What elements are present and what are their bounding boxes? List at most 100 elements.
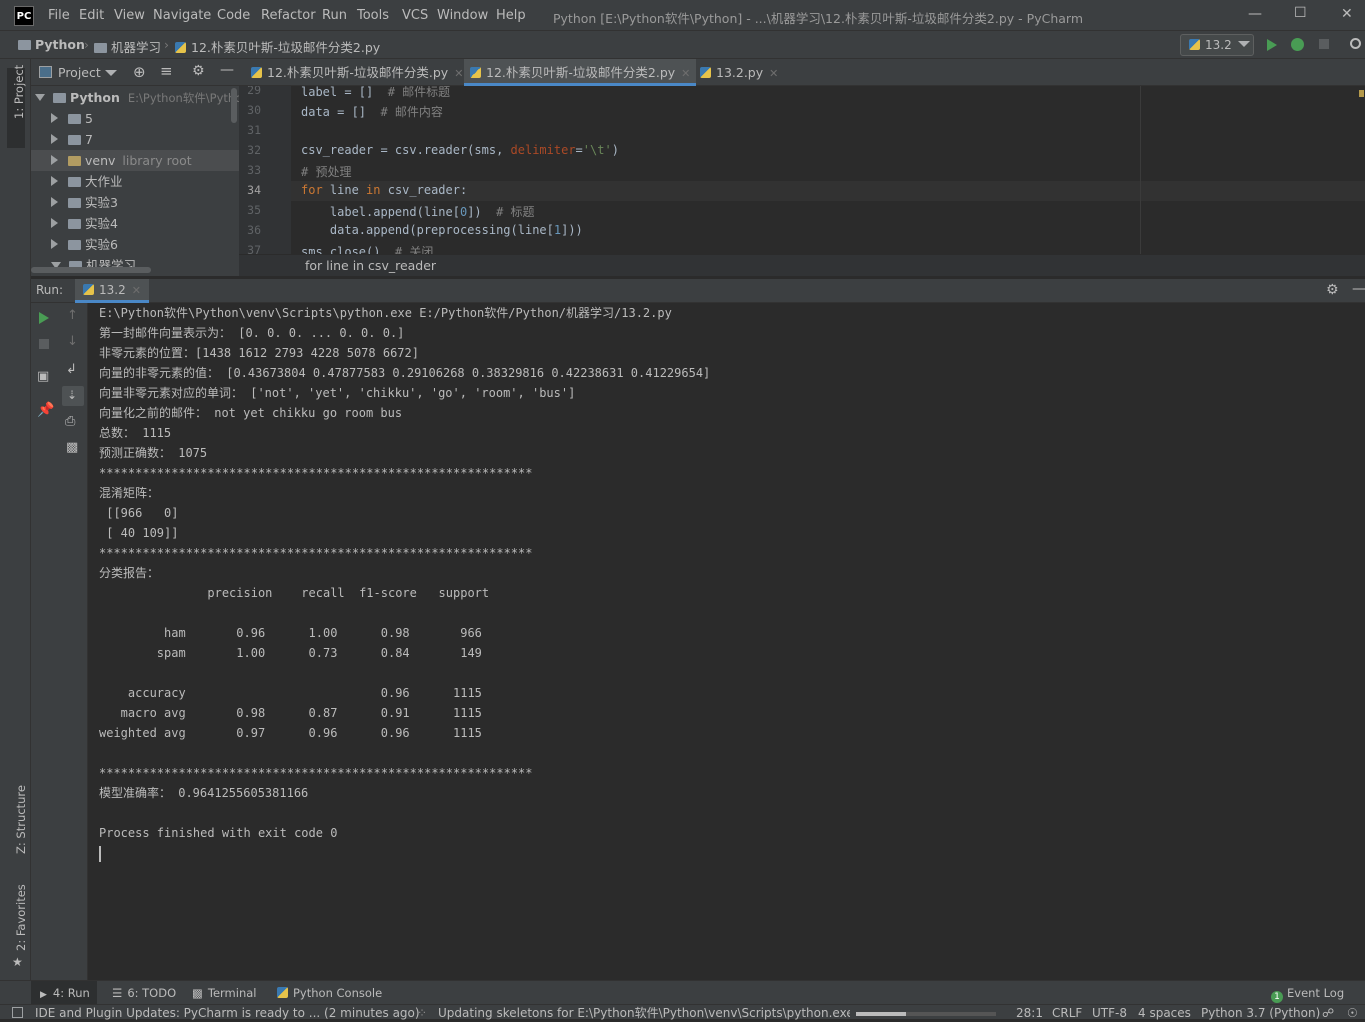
- lock-icon[interactable]: ☍: [1322, 1005, 1334, 1022]
- print-icon[interactable]: ⎙: [65, 414, 75, 429]
- tab-file-1[interactable]: 12.朴素贝叶斯-垃圾邮件分类.py ✕: [245, 59, 469, 86]
- collapse-all-icon[interactable]: ≡: [160, 62, 173, 80]
- caret-position[interactable]: 28:1: [1016, 1005, 1043, 1022]
- warning-marker[interactable]: [1359, 90, 1364, 97]
- title-bar: PC File Edit View Navigate Code Refactor…: [0, 0, 1365, 31]
- code-line: data.append(preprocessing(line[1])): [301, 223, 583, 237]
- rerun-button[interactable]: [39, 312, 49, 324]
- tree-root[interactable]: Python E:\Python软件\Python: [35, 87, 239, 108]
- menu-edit[interactable]: Edit: [79, 8, 104, 23]
- close-tab-icon[interactable]: ✕: [769, 67, 778, 80]
- line-number: 32: [247, 143, 261, 157]
- tree-item[interactable]: 实验4: [51, 213, 118, 234]
- menu-vcs[interactable]: VCS: [402, 8, 428, 23]
- run-tool-tab[interactable]: ▶ 4: Run: [40, 986, 90, 1000]
- hide-icon[interactable]: —: [1352, 281, 1365, 297]
- python-console-tab[interactable]: Python Console: [277, 986, 382, 1000]
- folder-icon: [53, 93, 66, 103]
- inspector-icon[interactable]: ☉: [1347, 1005, 1358, 1022]
- console-output[interactable]: E:\Python软件\Python\venv\Scripts\python.e…: [89, 303, 1365, 980]
- menu-tools[interactable]: Tools: [357, 8, 389, 23]
- menu-refactor[interactable]: Refactor: [261, 8, 316, 23]
- project-view-select[interactable]: Project: [58, 65, 101, 80]
- tree-item-selected[interactable]: venv library root: [31, 150, 239, 171]
- favorites-tool-tab[interactable]: 2: Favorites: [14, 884, 28, 951]
- todo-tool-tab[interactable]: ☰ 6: TODO: [112, 986, 176, 1000]
- menu-run[interactable]: Run: [322, 8, 347, 23]
- interpreter-select[interactable]: Python 3.7 (Python): [1201, 1005, 1320, 1022]
- project-panel-header: Project ⊕ ≡ ⚙ —: [31, 59, 239, 86]
- minimize-icon[interactable]: —: [1248, 6, 1262, 22]
- console-line: 预测正确数： 1075: [99, 446, 208, 460]
- arrow-down-icon[interactable]: ↓: [67, 334, 78, 349]
- trash-icon[interactable]: ▩: [66, 440, 78, 455]
- maximize-icon[interactable]: ☐: [1294, 5, 1307, 21]
- code-editor[interactable]: 29 30 31 32 33 34 35 36 37 label = [] # …: [239, 86, 1365, 254]
- panel-toggle-icon[interactable]: [12, 1007, 23, 1018]
- file-encoding[interactable]: UTF-8: [1092, 1005, 1127, 1022]
- close-tab-icon[interactable]: ✕: [454, 67, 463, 80]
- terminal-tool-tab[interactable]: ▩ Terminal: [192, 986, 256, 1000]
- stop-button[interactable]: [39, 339, 49, 349]
- console-line: [[966 0]: [99, 506, 179, 520]
- menu-window[interactable]: Window: [437, 8, 488, 23]
- menu-file[interactable]: File: [48, 8, 70, 23]
- console-line: 第一封邮件向量表示为： [0. 0. 0. ... 0. 0. 0.]: [99, 326, 405, 340]
- menu-view[interactable]: View: [114, 8, 145, 23]
- scroll-to-end-toggle[interactable]: ⇣: [62, 386, 84, 406]
- console-line: E:\Python软件\Python\venv\Scripts\python.e…: [99, 306, 672, 320]
- tab-file-2-active[interactable]: 12.朴素贝叶斯-垃圾邮件分类2.py ✕: [464, 59, 697, 86]
- breadcrumb-project[interactable]: Python: [18, 37, 85, 52]
- console-line: weighted avg 0.97 0.96 0.96 1115: [99, 726, 482, 740]
- tree-item[interactable]: 7: [51, 129, 93, 150]
- run-config-select[interactable]: 13.2: [1180, 34, 1254, 56]
- run-tab-13-2[interactable]: 13.2 ✕: [75, 279, 149, 303]
- line-separator[interactable]: CRLF: [1052, 1005, 1082, 1022]
- close-tab-icon[interactable]: ✕: [681, 67, 690, 80]
- background-task[interactable]: Updating skeletons for E:\Python软件\Pytho…: [438, 1005, 850, 1022]
- search-icon[interactable]: [1350, 38, 1361, 49]
- console-line: [ 40 109]]: [99, 526, 179, 540]
- breadcrumb-file[interactable]: 12.朴素贝叶斯-垃圾邮件分类2.py: [175, 37, 380, 56]
- tree-item[interactable]: 实验3: [51, 192, 118, 213]
- chevron-down-icon[interactable]: [105, 70, 117, 76]
- python-file-icon: [470, 67, 481, 78]
- right-margin-guide: [1140, 86, 1141, 254]
- menu-navigate[interactable]: Navigate: [153, 8, 211, 23]
- soft-wrap-icon[interactable]: ↲: [66, 362, 77, 377]
- structure-tool-tab[interactable]: Z: Structure: [14, 785, 28, 854]
- breadcrumb-folder[interactable]: 机器学习: [94, 37, 161, 56]
- run-button[interactable]: [1267, 39, 1277, 51]
- layout-icon[interactable]: ▣: [37, 369, 49, 384]
- line-number: 37: [247, 243, 261, 254]
- tree-item[interactable]: 5: [51, 108, 93, 129]
- gear-icon[interactable]: ⚙: [192, 63, 205, 79]
- run-panel-header: Run: 13.2 ✕ ⚙ —: [31, 279, 1365, 303]
- indent-setting[interactable]: 4 spaces: [1138, 1005, 1191, 1022]
- folder-icon: [18, 40, 31, 50]
- debug-button[interactable]: [1291, 38, 1304, 51]
- close-tab-icon[interactable]: ✕: [132, 284, 141, 297]
- status-bar: IDE and Plugin Updates: PyCharm is ready…: [0, 1004, 1365, 1022]
- line-number: 35: [247, 203, 261, 217]
- horizontal-scrollbar[interactable]: [31, 267, 151, 273]
- arrow-up-icon[interactable]: ↑: [67, 308, 78, 323]
- stop-button[interactable]: [1319, 39, 1329, 49]
- locate-icon[interactable]: ⊕: [133, 63, 146, 81]
- run-label: Run:: [36, 283, 64, 297]
- project-tree: Python E:\Python软件\Python 5 7 venv libra…: [31, 87, 239, 276]
- hide-icon[interactable]: —: [220, 62, 234, 78]
- tree-item[interactable]: 大作业: [51, 171, 123, 192]
- event-log-tab[interactable]: 1 Event Log: [1271, 986, 1344, 1003]
- tab-file-3[interactable]: 13.2.py ✕: [694, 59, 784, 86]
- line-number: 30: [247, 103, 261, 117]
- tree-item[interactable]: 实验6: [51, 234, 118, 255]
- project-tool-tab[interactable]: 1: Project: [12, 65, 26, 119]
- menu-code[interactable]: Code: [217, 8, 250, 23]
- pin-icon[interactable]: 📌: [37, 402, 54, 418]
- status-message[interactable]: IDE and Plugin Updates: PyCharm is ready…: [35, 1005, 420, 1022]
- gear-icon[interactable]: ⚙: [1326, 282, 1339, 298]
- menu-help[interactable]: Help: [496, 8, 526, 23]
- vertical-scrollbar[interactable]: [231, 88, 237, 123]
- close-icon[interactable]: ✕: [1341, 6, 1353, 22]
